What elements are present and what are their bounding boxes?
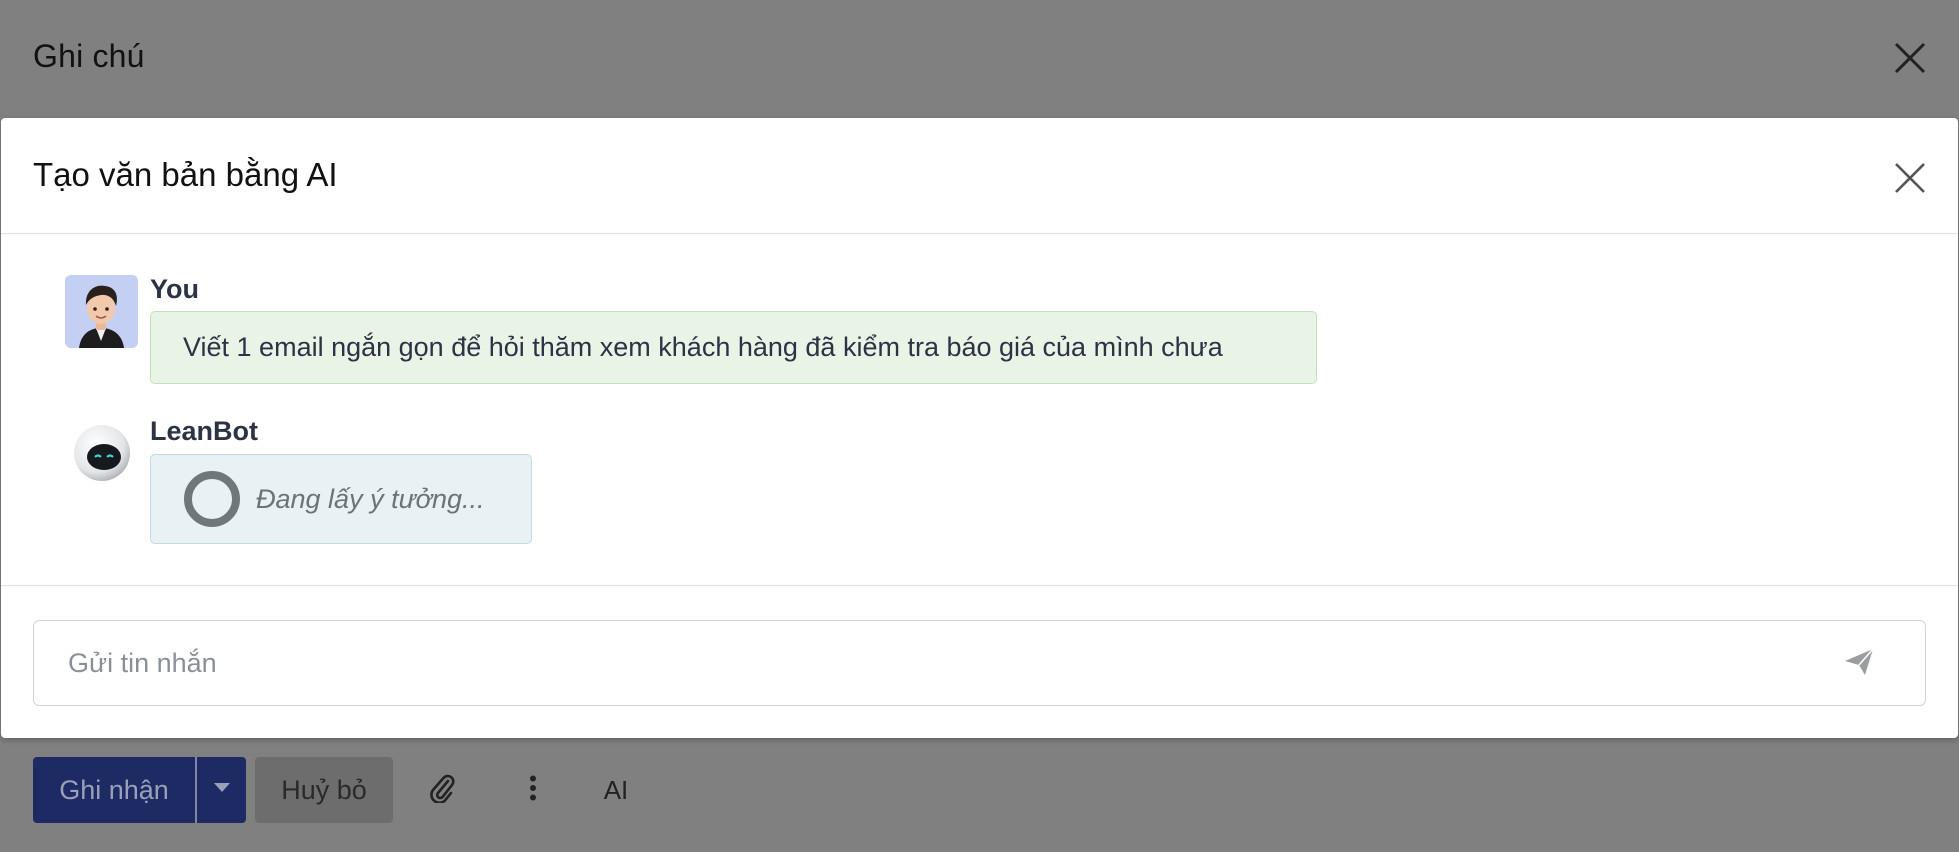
paperclip-icon	[429, 773, 455, 808]
send-button[interactable]	[1836, 641, 1882, 687]
user-message-text: Viết 1 email ngắn gọn để hỏi thăm xem kh…	[183, 332, 1223, 362]
kebab-menu-icon	[529, 775, 537, 806]
background-dialog-title: Ghi chú	[33, 38, 145, 74]
background-dialog-header: Ghi chú	[0, 0, 1959, 118]
robot-avatar	[73, 424, 131, 482]
loading-spinner-icon	[184, 471, 240, 527]
modal-title: Tạo văn bản bằng AI	[33, 156, 338, 193]
close-icon[interactable]	[1892, 160, 1928, 196]
more-button[interactable]	[515, 770, 551, 810]
message-input[interactable]	[35, 622, 1835, 704]
attach-button[interactable]	[424, 770, 460, 810]
user-avatar	[65, 275, 138, 348]
footer-divider	[1, 585, 1958, 586]
close-icon[interactable]	[1892, 40, 1928, 76]
caret-down-icon	[213, 781, 231, 799]
cancel-button[interactable]: Huỷ bỏ	[255, 757, 393, 823]
save-button[interactable]: Ghi nhận	[33, 757, 195, 823]
modal-header: Tạo văn bản bằng AI	[1, 118, 1958, 234]
bot-message-bubble: Đang lấy ý tưởng...	[150, 454, 532, 544]
send-icon	[1843, 647, 1875, 682]
message-sender-name: LeanBot	[150, 416, 258, 446]
message-sender-name: You	[150, 274, 199, 304]
ai-text-modal: Tạo văn bản bằng AI You Viết 1 email ngắ…	[1, 118, 1958, 738]
save-dropdown-button[interactable]	[195, 757, 246, 823]
user-message-bubble: Viết 1 email ngắn gọn để hỏi thăm xem kh…	[150, 311, 1317, 384]
message-input-container	[33, 620, 1926, 706]
ai-button[interactable]: AI	[596, 770, 636, 810]
bot-loading-text: Đang lấy ý tưởng...	[256, 483, 485, 514]
